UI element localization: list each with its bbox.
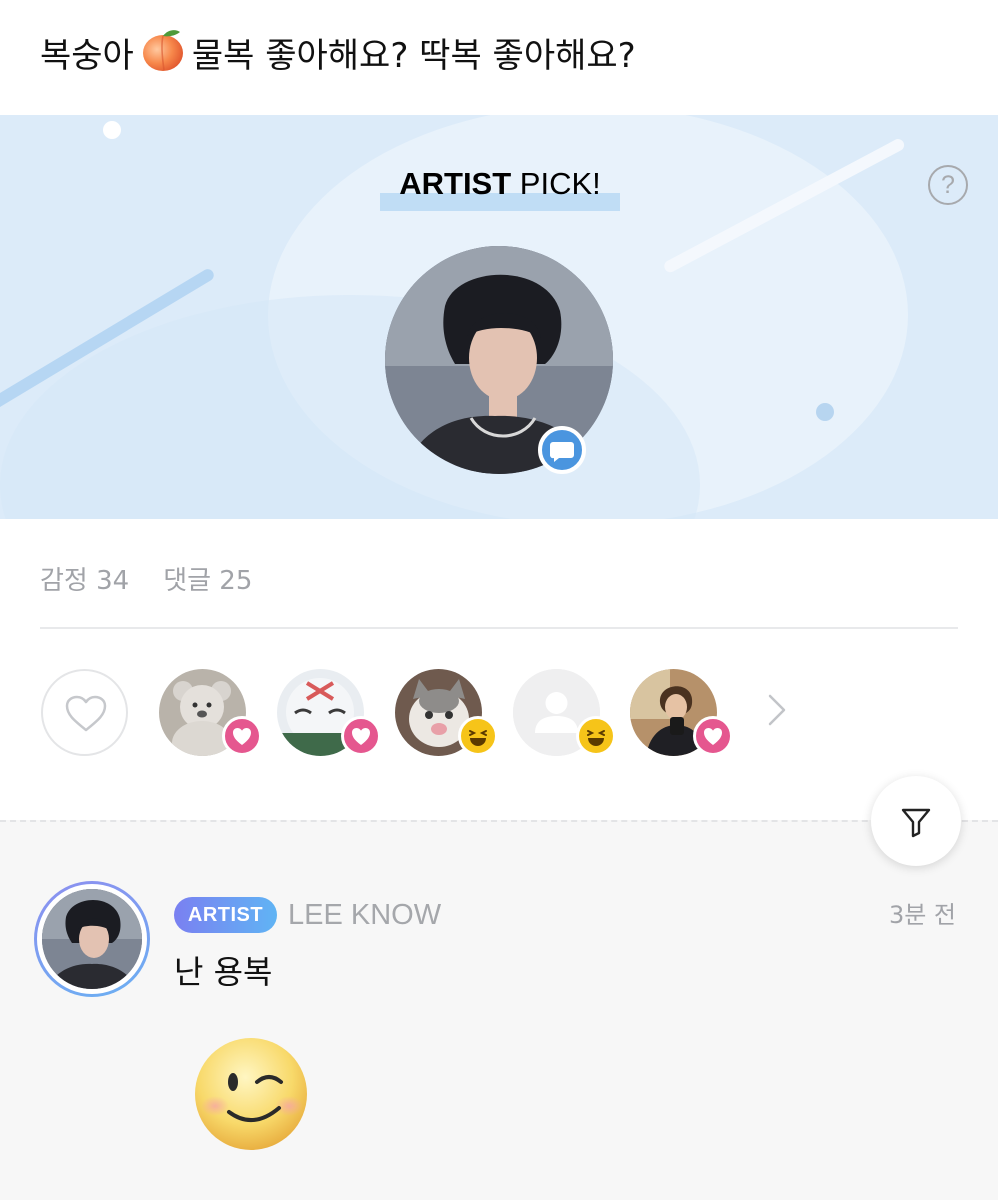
like-button[interactable] — [41, 669, 128, 756]
heart-reaction-icon — [341, 716, 381, 756]
laugh-reaction-icon — [458, 716, 498, 756]
commenter-avatar[interactable] — [34, 881, 150, 997]
heart-outline-icon — [65, 695, 107, 732]
post-title: 복숭아 물복 좋아해요? 딱복 좋아해요? — [40, 26, 636, 82]
post-stats: 감정 34 댓글 25 — [40, 560, 252, 597]
laugh-reaction-icon — [576, 716, 616, 756]
post-title-end: 물복 좋아해요? 딱복 좋아해요? — [191, 36, 636, 76]
wink-face-sticker — [193, 1036, 309, 1152]
artist-badge: ARTIST — [174, 897, 277, 933]
post-title-start: 복숭아 — [40, 36, 134, 76]
artist-pick-bold: ARTIST — [399, 166, 512, 201]
help-icon[interactable]: ? — [928, 165, 968, 205]
comment-text: 난 용복 — [174, 953, 273, 991]
peach-icon — [140, 26, 186, 89]
heart-reaction-icon — [222, 716, 262, 756]
comment-count[interactable]: 댓글 25 — [163, 566, 252, 596]
comments-section — [0, 820, 998, 1200]
emotion-count[interactable]: 감정 34 — [40, 566, 129, 596]
banner-dot — [103, 121, 121, 139]
banner-dot — [816, 403, 834, 421]
filter-button[interactable] — [871, 776, 961, 866]
heart-reaction-icon — [693, 716, 733, 756]
filter-icon — [901, 808, 931, 838]
comment-author[interactable]: LEE KNOW — [288, 895, 441, 935]
divider — [40, 627, 958, 629]
chat-badge-icon — [538, 426, 586, 474]
artist-pick-rest: PICK! — [519, 166, 601, 201]
comment-time: 3분 전 — [888, 901, 956, 929]
artist-pick-title: ARTIST PICK! — [380, 167, 620, 211]
chevron-right-icon[interactable] — [766, 693, 788, 731]
